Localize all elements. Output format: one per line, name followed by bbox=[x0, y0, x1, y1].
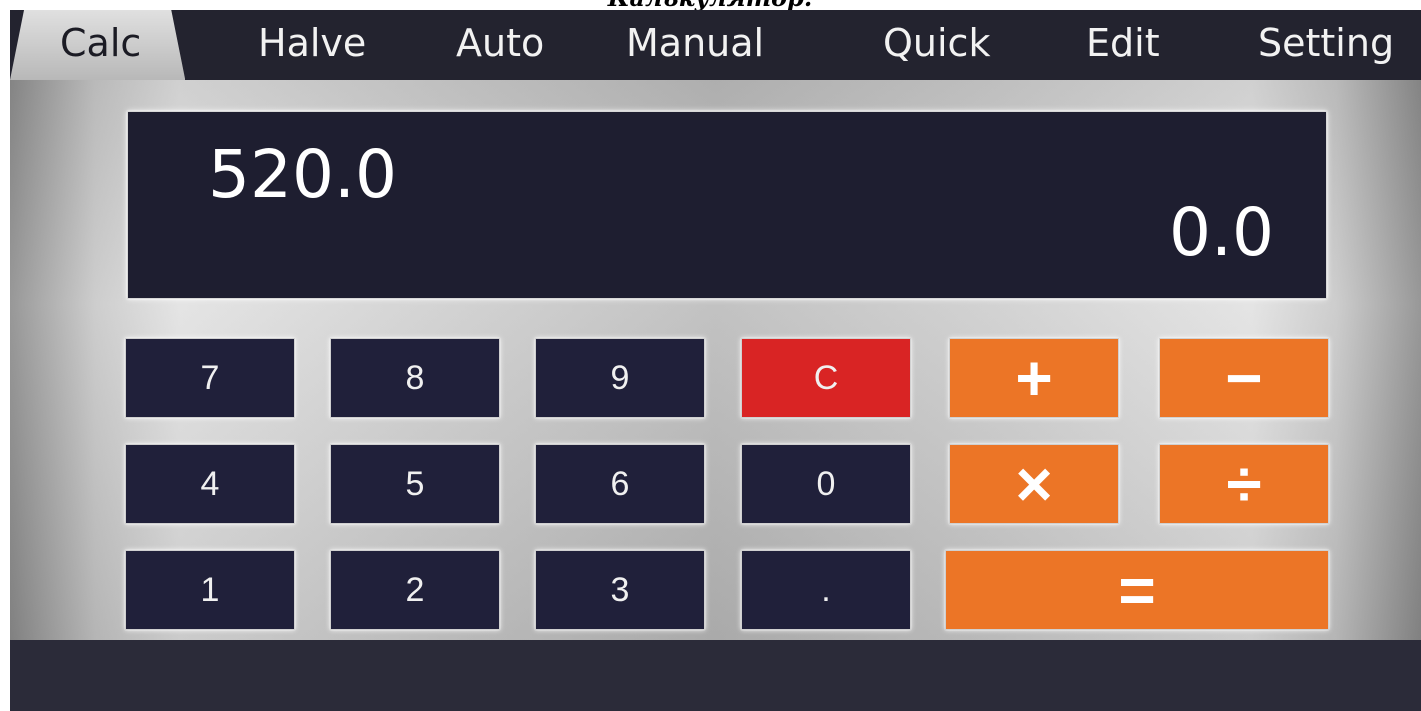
document-caption: Калькулятор. bbox=[560, 0, 860, 10]
key-9[interactable]: 9 bbox=[535, 338, 705, 418]
bottom-strip bbox=[10, 640, 1421, 711]
display-main-value: 520.0 bbox=[208, 136, 397, 213]
key-6[interactable]: 6 bbox=[535, 444, 705, 524]
divide-button[interactable]: ÷ bbox=[1159, 444, 1329, 524]
tab-edit[interactable]: Edit bbox=[1086, 10, 1160, 80]
decimal-point-button[interactable]: . bbox=[741, 550, 911, 630]
tab-quick[interactable]: Quick bbox=[883, 10, 990, 80]
calculator-panel: 520.0 0.0 7 8 9 C + − 4 5 6 0 × ÷ 1 2 3 … bbox=[10, 80, 1421, 640]
tab-bar: Calc Halve Auto Manual Quick Edit Settin… bbox=[10, 10, 1421, 80]
key-2[interactable]: 2 bbox=[330, 550, 500, 630]
tab-setting[interactable]: Setting bbox=[1258, 10, 1394, 80]
key-5[interactable]: 5 bbox=[330, 444, 500, 524]
page: Калькулятор. Calc Halve Auto Manual Quic… bbox=[0, 0, 1421, 711]
key-1[interactable]: 1 bbox=[125, 550, 295, 630]
tab-manual[interactable]: Manual bbox=[626, 10, 764, 80]
display-secondary-value: 0.0 bbox=[1169, 194, 1274, 271]
tab-halve[interactable]: Halve bbox=[258, 10, 366, 80]
key-4[interactable]: 4 bbox=[125, 444, 295, 524]
tab-calc[interactable]: Calc bbox=[10, 10, 186, 80]
tab-auto[interactable]: Auto bbox=[456, 10, 544, 80]
key-0[interactable]: 0 bbox=[741, 444, 911, 524]
multiply-button[interactable]: × bbox=[949, 444, 1119, 524]
calculator-display: 520.0 0.0 bbox=[127, 111, 1327, 299]
key-8[interactable]: 8 bbox=[330, 338, 500, 418]
plus-button[interactable]: + bbox=[949, 338, 1119, 418]
equals-button[interactable]: = bbox=[945, 550, 1329, 630]
clear-button[interactable]: C bbox=[741, 338, 911, 418]
calculator-app: Calc Halve Auto Manual Quick Edit Settin… bbox=[10, 10, 1421, 711]
key-7[interactable]: 7 bbox=[125, 338, 295, 418]
minus-button[interactable]: − bbox=[1159, 338, 1329, 418]
key-3[interactable]: 3 bbox=[535, 550, 705, 630]
